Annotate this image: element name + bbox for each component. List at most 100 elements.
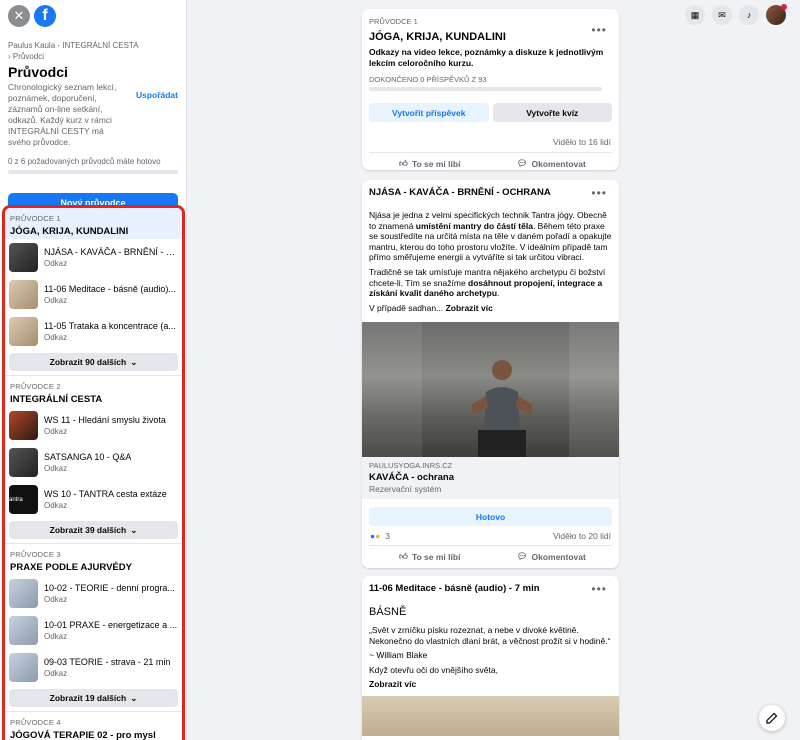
quote: „Svět v zrníčku písku rozeznat, a nebe v… — [369, 625, 611, 646]
see-more-link[interactable]: Zobrazit víc — [446, 303, 493, 313]
comment-label: Okomentovat — [531, 158, 586, 169]
post-text-bold: umístění mantry do částí těla — [415, 220, 533, 231]
post-photo[interactable] — [362, 695, 619, 736]
link-subtitle: Rezervační systém — [369, 484, 442, 495]
like-button[interactable]: 👍︎ To se mi líbí — [369, 551, 491, 562]
comment-icon: 💬︎ — [516, 158, 528, 168]
more-options-icon[interactable]: ••• — [591, 582, 607, 596]
thumbnail — [9, 317, 38, 346]
completion-text: DOKONČENO 0 PŘÍSPĚVKŮ Z 93 — [369, 75, 487, 84]
list-item[interactable]: SATSANGA 10 - Q&A Odkaz — [5, 444, 182, 481]
item-type: Odkaz — [44, 333, 68, 342]
breadcrumb-group[interactable]: Paulus Kaula - INTEGRÁLNÍ CESTA — [8, 40, 178, 51]
post-card: ••• NJÁSA - KAVÁČA - BRNĚNÍ - OCHRANA Nj… — [362, 180, 619, 568]
guides-list: PRŮVODCE 1 JÓGA, KRIJA, KUNDALINI NJÁSA … — [2, 205, 185, 740]
breadcrumb: Paulus Kaula - INTEGRÁLNÍ CESTA › Průvod… — [0, 32, 186, 62]
item-title: 10-01 PRAXE - energetizace a ... — [44, 620, 178, 630]
thumbnail: antra — [9, 485, 38, 514]
guide-header[interactable]: PRŮVODCE 3 PRAXE PODLE AJURVÉDY — [5, 544, 182, 575]
post-heading: BÁSNĚ — [369, 606, 407, 618]
guide-title: PRAXE PODLE AJURVÉDY — [10, 562, 132, 573]
comment-button[interactable]: 💬︎ Okomentovat — [491, 158, 613, 169]
item-type: Odkaz — [44, 296, 68, 305]
list-item[interactable]: 10-01 PRAXE - energetizace a ... Odkaz — [5, 612, 182, 649]
more-options-icon[interactable]: ••• — [591, 186, 607, 200]
post-photo[interactable] — [362, 322, 619, 458]
post-text: V případě sadhan... — [369, 302, 446, 313]
reactions-count[interactable]: 3 — [385, 531, 390, 541]
show-more-button[interactable]: Zobrazit 90 dalších ⌄ — [9, 353, 178, 371]
guide-header[interactable]: PRŮVODCE 1 JÓGA, KRIJA, KUNDALINI — [5, 208, 182, 239]
seen-count[interactable]: Viděło to 16 lidí — [362, 137, 619, 147]
item-type: Odkaz — [44, 669, 68, 678]
list-item[interactable]: NJÁSA - KAVÁČA - BRNĚNÍ - O... Odkaz — [5, 239, 182, 276]
arrange-button[interactable]: Uspořádat — [136, 90, 178, 148]
guide-header[interactable]: PRŮVODCE 4 JÓGOVÁ TERAPIE 02 - pro mysl — [5, 712, 182, 740]
item-type: Odkaz — [44, 632, 68, 641]
more-options-icon[interactable]: ••• — [591, 23, 607, 37]
link-title: KAVÁČA - ochrana — [369, 472, 454, 484]
guide-header[interactable]: PRŮVODCE 2 INTEGRÁLNÍ CESTA — [5, 376, 182, 407]
create-quiz-button[interactable]: Vytvořte kvíz — [492, 103, 612, 122]
comment-label: Okomentovat — [531, 551, 586, 562]
seen-count[interactable]: Viděło to 20 lidí — [553, 531, 611, 541]
item-type: Odkaz — [44, 427, 68, 436]
guide-label: PRŮVODCE 2 — [10, 382, 61, 391]
post-title: 11-06 Meditace - básně (audio) - 7 min — [369, 583, 540, 594]
chevron-down-icon: ⌄ — [130, 356, 138, 367]
list-item[interactable]: antra WS 10 - TANTRA cesta extáze Odkaz — [5, 481, 182, 518]
create-post-button[interactable]: Vytvořit příspěvek — [369, 103, 489, 122]
done-button[interactable]: Hotovo — [369, 507, 612, 527]
page-title: Průvodci — [8, 64, 68, 80]
chevron-down-icon: ⌄ — [130, 692, 138, 703]
list-item[interactable]: 10-02 - TEORIE - denní progra... Odkaz — [5, 575, 182, 612]
messenger-icon[interactable]: ✉ — [712, 5, 732, 25]
guide-title: JÓGA, KRIJA, KUNDALINI — [10, 226, 129, 237]
thumbnail — [9, 616, 38, 645]
comment-button[interactable]: 💬︎ Okomentovat — [491, 551, 613, 562]
item-type: Odkaz — [44, 259, 68, 268]
page-description: Chronologický seznam lekcí, poznámek, do… — [8, 82, 117, 147]
card-label: PRŮVODCE 1 — [369, 17, 418, 26]
notifications-bell-icon[interactable]: ♪ — [739, 5, 759, 25]
guide-title: JÓGOVÁ TERAPIE 02 - pro mysl — [10, 730, 156, 740]
facebook-logo-icon[interactable]: f — [34, 5, 56, 27]
card-title: JÓGA, KRIJA, KUNDALINI — [369, 31, 506, 43]
show-more-button[interactable]: Zobrazit 19 dalších ⌄ — [9, 689, 178, 707]
progress-text: 0 z 6 požadovaných průvodců máte hotovo — [8, 157, 161, 166]
close-icon[interactable]: ✕ — [8, 5, 30, 27]
list-item[interactable]: 11-06 Meditace - básně (audio)... Odkaz — [5, 276, 182, 313]
guide-title: INTEGRÁLNÍ CESTA — [10, 394, 103, 405]
menu-grid-icon[interactable]: ▦ — [685, 5, 705, 25]
thumbnail — [9, 243, 38, 272]
item-title: 10-02 - TEORIE - denní progra... — [44, 583, 175, 593]
thumbnail-text: antra — [9, 496, 23, 503]
list-item[interactable]: 09-03 TEORIE - strava - 21 min Odkaz — [5, 649, 182, 686]
compose-edit-icon[interactable] — [759, 705, 785, 731]
show-more-label: Zobrazit 90 dalších — [49, 357, 127, 367]
item-title: SATSANGA 10 - Q&A — [44, 452, 132, 462]
thumbs-up-icon: 👍︎ — [399, 158, 408, 168]
breadcrumb-current: › Průvodci — [8, 52, 45, 61]
item-title: WS 10 - TANTRA cesta extáze — [44, 489, 167, 499]
item-title: 09-03 TEORIE - strava - 21 min — [44, 657, 171, 667]
show-more-button[interactable]: Zobrazit 39 dalších ⌄ — [9, 521, 178, 539]
show-more-label: Zobrazit 19 dalších — [49, 693, 127, 703]
item-title: 11-05 Trataka a koncentrace (a... — [44, 321, 176, 331]
meditating-person-image — [472, 360, 532, 458]
link-preview[interactable]: PAULUSYOGA.INRS.CZ KAVÁČA - ochrana Reze… — [362, 457, 619, 500]
thumbnail — [9, 411, 38, 440]
guide-label: PRŮVODCE 3 — [10, 550, 61, 559]
thumbs-up-icon: 👍︎ — [399, 551, 408, 562]
guide-label: PRŮVODCE 4 — [10, 718, 61, 727]
like-button[interactable]: 👍︎ To se mi líbí — [369, 158, 491, 169]
guides-sidebar: ✕ f Paulus Kaula - INTEGRÁLNÍ CESTA › Pr… — [0, 0, 187, 740]
sidebar-topbar: ✕ f — [0, 0, 186, 32]
like-label: To se mi líbí — [411, 158, 461, 169]
list-item[interactable]: WS 11 - Hledání smyslu života Odkaz — [5, 407, 182, 444]
list-item[interactable]: 11-05 Trataka a koncentrace (a... Odkaz — [5, 313, 182, 350]
avatar[interactable] — [766, 4, 787, 25]
show-more-label: Zobrazit 39 dalších — [49, 525, 127, 535]
guide-summary-card: ••• PRŮVODCE 1 JÓGA, KRIJA, KUNDALINI Od… — [362, 9, 619, 170]
see-more-link[interactable]: Zobrazit víc — [369, 679, 612, 690]
